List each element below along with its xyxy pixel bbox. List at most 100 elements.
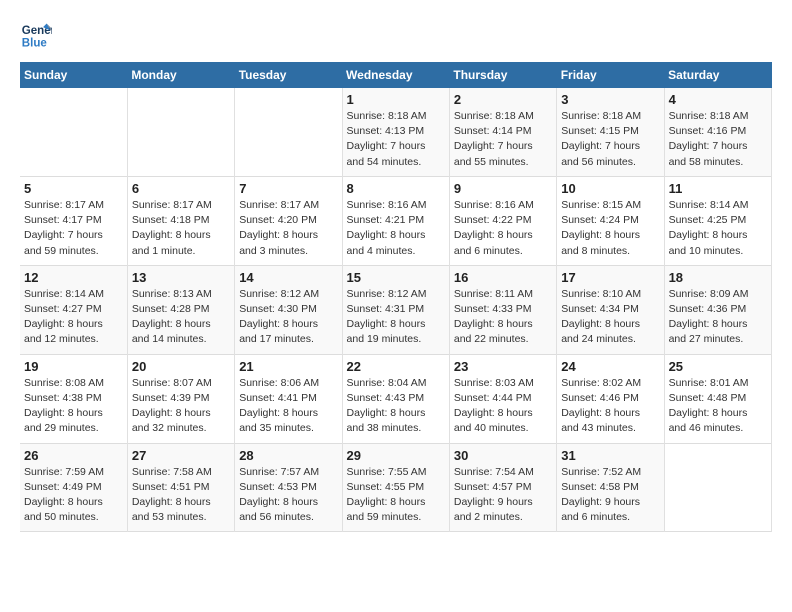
page-header: General Blue [20, 20, 772, 52]
day-info: Sunrise: 8:12 AM Sunset: 4:30 PM Dayligh… [239, 287, 337, 348]
day-number: 17 [561, 270, 659, 285]
day-info: Sunrise: 8:09 AM Sunset: 4:36 PM Dayligh… [669, 287, 767, 348]
day-header-friday: Friday [557, 62, 664, 88]
calendar-cell: 15 Sunrise: 8:12 AM Sunset: 4:31 PM Dayli… [342, 265, 449, 354]
week-row-3: 12 Sunrise: 8:14 AM Sunset: 4:27 PM Dayli… [20, 265, 772, 354]
calendar-cell: 9 Sunrise: 8:16 AM Sunset: 4:22 PM Daylig… [449, 176, 556, 265]
day-number: 4 [669, 92, 767, 107]
calendar-cell [127, 88, 234, 176]
day-info: Sunrise: 8:13 AM Sunset: 4:28 PM Dayligh… [132, 287, 230, 348]
day-info: Sunrise: 8:18 AM Sunset: 4:13 PM Dayligh… [347, 109, 445, 170]
day-number: 19 [24, 359, 123, 374]
day-info: Sunrise: 8:06 AM Sunset: 4:41 PM Dayligh… [239, 376, 337, 437]
day-info: Sunrise: 8:16 AM Sunset: 4:22 PM Dayligh… [454, 198, 552, 259]
day-info: Sunrise: 8:01 AM Sunset: 4:48 PM Dayligh… [669, 376, 767, 437]
day-number: 25 [669, 359, 767, 374]
day-header-saturday: Saturday [664, 62, 771, 88]
day-number: 8 [347, 181, 445, 196]
calendar-cell: 13 Sunrise: 8:13 AM Sunset: 4:28 PM Dayli… [127, 265, 234, 354]
day-header-sunday: Sunday [20, 62, 127, 88]
day-number: 2 [454, 92, 552, 107]
day-number: 28 [239, 448, 337, 463]
calendar-cell: 24 Sunrise: 8:02 AM Sunset: 4:46 PM Dayli… [557, 354, 664, 443]
day-header-wednesday: Wednesday [342, 62, 449, 88]
day-number: 7 [239, 181, 337, 196]
calendar-cell: 23Sunrise: 8:03 AM Sunset: 4:44 PM Dayli… [449, 354, 556, 443]
day-info: Sunrise: 8:07 AM Sunset: 4:39 PM Dayligh… [132, 376, 230, 437]
day-number: 13 [132, 270, 230, 285]
calendar-cell: 2 Sunrise: 8:18 AM Sunset: 4:14 PM Daylig… [449, 88, 556, 176]
day-info: Sunrise: 8:11 AM Sunset: 4:33 PM Dayligh… [454, 287, 552, 348]
calendar-cell: 19 Sunrise: 8:08 AM Sunset: 4:38 PM Dayli… [20, 354, 127, 443]
day-number: 16 [454, 270, 552, 285]
calendar-cell: 30 Sunrise: 7:54 AM Sunset: 4:57 PM Dayli… [449, 443, 556, 532]
day-info: Sunrise: 7:58 AM Sunset: 4:51 PM Dayligh… [132, 465, 230, 526]
day-number: 6 [132, 181, 230, 196]
days-of-week-row: SundayMondayTuesdayWednesdayThursdayFrid… [20, 62, 772, 88]
calendar-cell: 16 Sunrise: 8:11 AM Sunset: 4:33 PM Dayli… [449, 265, 556, 354]
calendar-cell: 21Sunrise: 8:06 AM Sunset: 4:41 PM Dayli… [235, 354, 342, 443]
logo: General Blue [20, 20, 56, 52]
day-header-thursday: Thursday [449, 62, 556, 88]
day-header-tuesday: Tuesday [235, 62, 342, 88]
calendar-cell: 31 Sunrise: 7:52 AM Sunset: 4:58 PM Dayli… [557, 443, 664, 532]
day-info: Sunrise: 8:10 AM Sunset: 4:34 PM Dayligh… [561, 287, 659, 348]
calendar-cell: 29 Sunrise: 7:55 AM Sunset: 4:55 PM Dayli… [342, 443, 449, 532]
day-number: 24 [561, 359, 659, 374]
week-row-4: 19 Sunrise: 8:08 AM Sunset: 4:38 PM Dayli… [20, 354, 772, 443]
day-number: 12 [24, 270, 123, 285]
day-number: 20 [132, 359, 230, 374]
day-number: 5 [24, 181, 123, 196]
day-number: 11 [669, 181, 767, 196]
calendar-cell: 17 Sunrise: 8:10 AM Sunset: 4:34 PM Dayli… [557, 265, 664, 354]
calendar-cell: 5 Sunrise: 8:17 AM Sunset: 4:17 PM Daylig… [20, 176, 127, 265]
day-info: Sunrise: 8:03 AM Sunset: 4:44 PM Dayligh… [454, 376, 552, 437]
day-info: Sunrise: 8:02 AM Sunset: 4:46 PM Dayligh… [561, 376, 659, 437]
day-number: 30 [454, 448, 552, 463]
calendar-cell: 26 Sunrise: 7:59 AM Sunset: 4:49 PM Dayli… [20, 443, 127, 532]
day-info: Sunrise: 8:14 AM Sunset: 4:27 PM Dayligh… [24, 287, 123, 348]
day-info: Sunrise: 8:12 AM Sunset: 4:31 PM Dayligh… [347, 287, 445, 348]
day-info: Sunrise: 7:52 AM Sunset: 4:58 PM Dayligh… [561, 465, 659, 526]
svg-text:Blue: Blue [22, 38, 48, 50]
day-info: Sunrise: 8:16 AM Sunset: 4:21 PM Dayligh… [347, 198, 445, 259]
day-info: Sunrise: 8:08 AM Sunset: 4:38 PM Dayligh… [24, 376, 123, 437]
day-info: Sunrise: 8:17 AM Sunset: 4:18 PM Dayligh… [132, 198, 230, 259]
calendar-cell: 11 Sunrise: 8:14 AM Sunset: 4:25 PM Dayli… [664, 176, 771, 265]
calendar-cell: 3Sunrise: 8:18 AM Sunset: 4:15 PM Daylig… [557, 88, 664, 176]
day-number: 14 [239, 270, 337, 285]
day-info: Sunrise: 8:17 AM Sunset: 4:20 PM Dayligh… [239, 198, 337, 259]
day-number: 18 [669, 270, 767, 285]
day-info: Sunrise: 8:04 AM Sunset: 4:43 PM Dayligh… [347, 376, 445, 437]
day-info: Sunrise: 8:17 AM Sunset: 4:17 PM Dayligh… [24, 198, 123, 259]
calendar-cell [20, 88, 127, 176]
day-number: 1 [347, 92, 445, 107]
week-row-2: 5 Sunrise: 8:17 AM Sunset: 4:17 PM Daylig… [20, 176, 772, 265]
day-info: Sunrise: 7:59 AM Sunset: 4:49 PM Dayligh… [24, 465, 123, 526]
calendar-cell: 7 Sunrise: 8:17 AM Sunset: 4:20 PM Daylig… [235, 176, 342, 265]
day-number: 15 [347, 270, 445, 285]
logo-icon: General Blue [20, 20, 52, 52]
calendar-cell: 4Sunrise: 8:18 AM Sunset: 4:16 PM Daylig… [664, 88, 771, 176]
calendar-cell: 10 Sunrise: 8:15 AM Sunset: 4:24 PM Dayli… [557, 176, 664, 265]
calendar-table: SundayMondayTuesdayWednesdayThursdayFrid… [20, 62, 772, 532]
day-info: Sunrise: 8:18 AM Sunset: 4:14 PM Dayligh… [454, 109, 552, 170]
day-info: Sunrise: 8:14 AM Sunset: 4:25 PM Dayligh… [669, 198, 767, 259]
day-number: 10 [561, 181, 659, 196]
calendar-cell: 25 Sunrise: 8:01 AM Sunset: 4:48 PM Dayli… [664, 354, 771, 443]
day-number: 9 [454, 181, 552, 196]
calendar-cell: 1 Sunrise: 8:18 AM Sunset: 4:13 PM Daylig… [342, 88, 449, 176]
calendar-cell: 27 Sunrise: 7:58 AM Sunset: 4:51 PM Dayli… [127, 443, 234, 532]
calendar-cell [235, 88, 342, 176]
day-info: Sunrise: 8:15 AM Sunset: 4:24 PM Dayligh… [561, 198, 659, 259]
day-number: 29 [347, 448, 445, 463]
day-info: Sunrise: 7:57 AM Sunset: 4:53 PM Dayligh… [239, 465, 337, 526]
day-info: Sunrise: 7:54 AM Sunset: 4:57 PM Dayligh… [454, 465, 552, 526]
day-number: 26 [24, 448, 123, 463]
calendar-cell: 14 Sunrise: 8:12 AM Sunset: 4:30 PM Dayli… [235, 265, 342, 354]
day-number: 27 [132, 448, 230, 463]
day-info: Sunrise: 7:55 AM Sunset: 4:55 PM Dayligh… [347, 465, 445, 526]
day-number: 31 [561, 448, 659, 463]
calendar-cell: 18 Sunrise: 8:09 AM Sunset: 4:36 PM Dayli… [664, 265, 771, 354]
day-number: 3 [561, 92, 659, 107]
